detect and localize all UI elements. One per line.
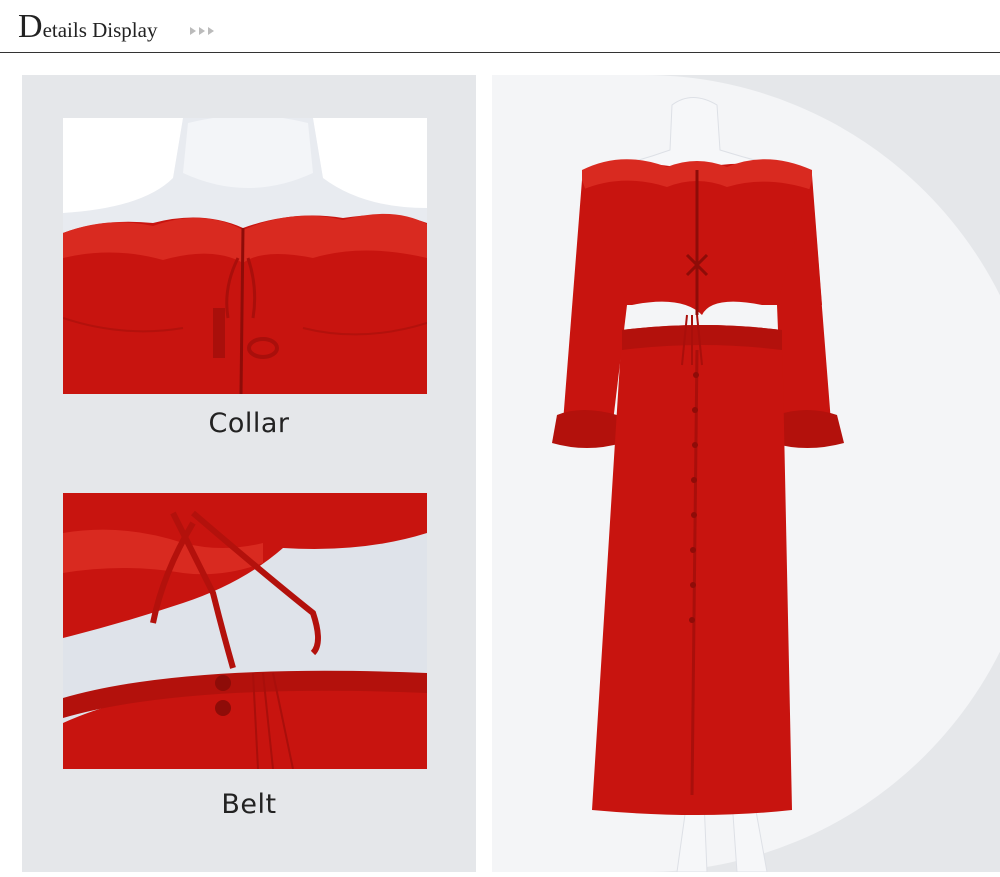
collar-caption: Collar — [208, 408, 290, 439]
main-product-photo — [552, 97, 844, 872]
triple-arrow-icon — [190, 27, 214, 35]
title-initial: D — [18, 8, 43, 45]
belt-detail-photo — [63, 493, 427, 769]
detail-panel: Collar Belt — [22, 75, 476, 872]
title-rest: etails Display — [42, 18, 158, 42]
section-title: Details Display — [18, 10, 157, 44]
main-product-panel — [492, 75, 1000, 872]
header-divider — [0, 52, 1000, 53]
section-header: Details Display — [0, 0, 1000, 54]
belt-caption: Belt — [221, 789, 277, 820]
collar-detail-photo — [63, 118, 427, 394]
